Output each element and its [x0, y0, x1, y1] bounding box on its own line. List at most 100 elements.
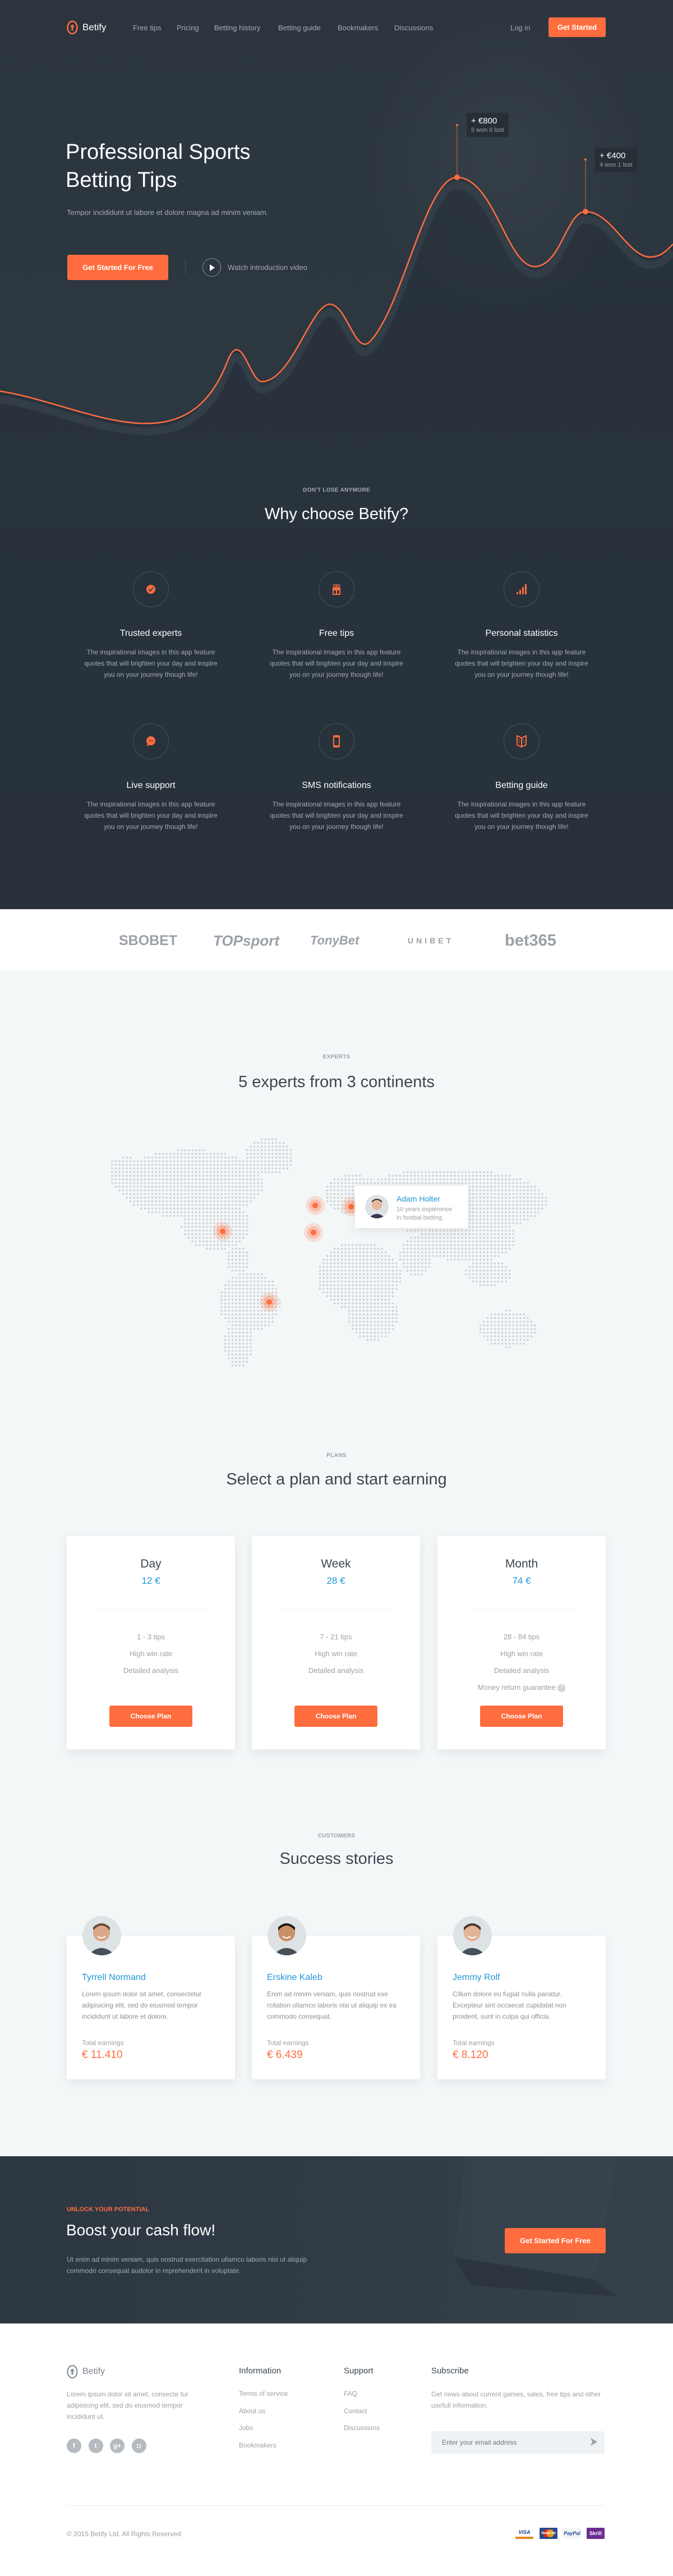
- get-started-free-button[interactable]: Get Started For Free: [67, 255, 168, 280]
- features-eyebrow: Don't lose anymore: [303, 487, 370, 493]
- divider: [283, 1609, 389, 1610]
- divider: [98, 1609, 204, 1610]
- plan-name: Day: [140, 1557, 162, 1570]
- footer-link-terms-of-service[interactable]: Terms of service: [239, 2390, 288, 2398]
- customer-name: Erskine Kaleb: [267, 1973, 322, 1982]
- login-link[interactable]: Log in: [510, 24, 530, 32]
- avatar: [82, 1916, 121, 1955]
- help-icon[interactable]: ?: [557, 1684, 566, 1692]
- plan-feature: 28 - 84 tips: [503, 1633, 540, 1641]
- twitter-icon[interactable]: t: [88, 2439, 103, 2453]
- footer-link-about-us[interactable]: About us: [239, 2407, 265, 2415]
- choose-plan-button[interactable]: Choose Plan: [109, 1706, 192, 1727]
- feature-title: Live support: [126, 781, 176, 790]
- nav-betting-guide[interactable]: Betting guide: [278, 24, 321, 32]
- expert-location-pin[interactable]: [304, 1223, 323, 1242]
- earnings-amount: € 11.410: [82, 2049, 123, 2061]
- footer-link-jobs[interactable]: Jobs: [239, 2424, 253, 2432]
- choose-plan-button[interactable]: Choose Plan: [294, 1706, 377, 1727]
- expert-avatar: [365, 1195, 389, 1218]
- nav-free-tips[interactable]: Free tips: [133, 24, 162, 32]
- divider: [468, 1609, 575, 1610]
- experts-title: 5 experts from 3 continents: [238, 1073, 435, 1091]
- earnings-label: Total earnings: [267, 2039, 309, 2047]
- instagram-icon[interactable]: ◘: [131, 2439, 146, 2453]
- subscribe-form: [431, 2431, 605, 2454]
- send-arrow-icon[interactable]: [590, 2437, 598, 2449]
- customer-name: Tyrrell Normand: [82, 1973, 146, 1982]
- feature-text: The inspirational images in this app fea…: [84, 648, 218, 679]
- plan-feature: High win rate: [130, 1649, 172, 1658]
- phone-icon: [319, 723, 354, 759]
- nav-pricing[interactable]: Pricing: [177, 24, 199, 32]
- email-input[interactable]: [431, 2431, 583, 2454]
- plan-feature: 1 - 3 tips: [137, 1633, 165, 1641]
- nav-bookmakers[interactable]: Bookmakers: [338, 24, 378, 32]
- plan-feature: Detailed analysis: [308, 1666, 364, 1675]
- bookmaker-logo-tonybet: TonyBet: [310, 933, 359, 947]
- footer-link-bookmakers[interactable]: Bookmakers: [239, 2441, 276, 2449]
- feature-text: The inspirational images in this app fea…: [455, 800, 588, 831]
- watch-video-link[interactable]: Watch introduction video: [202, 258, 307, 277]
- footer-link-faq[interactable]: FAQ: [344, 2390, 357, 2398]
- earnings-tooltip: + €800 5 won 0 lost: [467, 113, 509, 137]
- check-badge-icon: [133, 571, 169, 607]
- feature-title: Trusted experts: [119, 629, 182, 638]
- feature-text: The inspirational images in this app fea…: [270, 800, 403, 831]
- plan-card-month: Month 74 € 28 - 84 tips High win rate Detail…: [437, 1536, 606, 1749]
- expert-location-pin[interactable]: [306, 1196, 325, 1215]
- footer-subscribe-heading: Subscribe: [431, 2366, 469, 2376]
- visa-icon: VISA: [515, 2528, 533, 2539]
- feature-sms-notifications: SMS notifications The inspirational image…: [244, 723, 429, 832]
- cta-text: Ut enim ad minim veniam, quis nostrud ex…: [67, 2256, 307, 2275]
- google-plus-icon[interactable]: g+: [110, 2439, 125, 2453]
- signal-bars-icon: [504, 571, 540, 607]
- expert-location-pin[interactable]: [260, 1292, 279, 1312]
- story-text: Lorem ipsum dolor sit amet, consectetur …: [82, 1990, 202, 2020]
- bookmaker-logo-sbobet: SBOBET: [119, 932, 178, 948]
- plan-feature: 7 - 21 tips: [320, 1633, 352, 1641]
- brand-logo[interactable]: Betify: [67, 20, 107, 35]
- feature-live-support: Live support The inspirational images in …: [58, 723, 243, 832]
- plan-name: Month: [505, 1557, 538, 1570]
- cta-get-started-button[interactable]: Get Started For Free: [505, 2228, 606, 2253]
- feature-text: The inspirational images in this app fea…: [270, 648, 403, 679]
- plan-card-day: Day 12 € 1 - 3 tips High win rate Detailed a…: [67, 1536, 235, 1749]
- footer-logo[interactable]: Betify: [67, 2364, 105, 2379]
- footer-information-heading: Information: [239, 2366, 282, 2376]
- plan-feature: High win rate: [500, 1649, 543, 1658]
- book-icon: [504, 723, 540, 759]
- footer-about: Lorem ipsum dolor sit amet, consecte tur…: [67, 2390, 188, 2421]
- feature-title: Betting guide: [495, 781, 548, 790]
- story-text: Enim ad minim veniam, quis nostrud exe r…: [267, 1990, 397, 2020]
- earnings-label: Total earnings: [82, 2039, 124, 2047]
- plan-price: 12 €: [141, 1575, 160, 1586]
- stories-title: Success stories: [279, 1850, 394, 1868]
- choose-plan-button[interactable]: Choose Plan: [480, 1706, 563, 1727]
- nav-betting-history[interactable]: Betting history: [214, 24, 260, 32]
- footer-divider: [67, 2505, 605, 2506]
- plan-feature: Detailed analysis: [494, 1666, 550, 1675]
- avatar: [268, 1916, 306, 1955]
- expert-location-pin[interactable]: [213, 1222, 232, 1241]
- earnings-label: Total earnings: [453, 2039, 495, 2047]
- nav-discussions[interactable]: Discussions: [394, 24, 433, 32]
- feature-text: The inspirational images in this app fea…: [455, 648, 588, 679]
- footer-link-contact[interactable]: Contact: [344, 2407, 367, 2415]
- earnings-amount: € 6.439: [267, 2049, 303, 2061]
- gift-icon: [319, 571, 354, 607]
- feature-title: Free tips: [319, 629, 354, 638]
- feature-text: The inspirational images in this app fea…: [84, 800, 218, 831]
- expert-name: Adam Holter: [397, 1194, 440, 1203]
- plans-eyebrow: Plans: [326, 1452, 347, 1459]
- experts-eyebrow: Experts: [322, 1054, 351, 1060]
- get-started-button[interactable]: Get Started: [548, 17, 606, 37]
- subscribe-text: Get news about current games, sales, fre…: [431, 2390, 601, 2409]
- facebook-icon[interactable]: f: [67, 2439, 81, 2453]
- feature-title: Personal statistics: [485, 629, 558, 638]
- cta-title: Boost your cash flow!: [66, 2221, 216, 2239]
- expert-card[interactable]: Adam Holter 10 years expierence in footb…: [355, 1186, 468, 1228]
- footer-link-discussions[interactable]: Discussions: [344, 2424, 380, 2432]
- chat-bubble-icon: [133, 723, 169, 759]
- feature-personal-statistics: Personal statistics The inspirational ima…: [429, 571, 614, 680]
